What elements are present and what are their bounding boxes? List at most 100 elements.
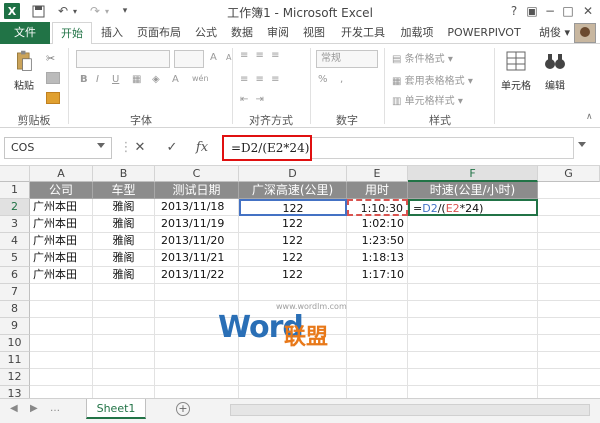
collapse-ribbon-icon[interactable]: ∧ [586,112,593,122]
row-header[interactable]: 13 [0,386,30,398]
table-header-cell[interactable]: 广深高速(公里) [239,182,347,199]
border-icon[interactable]: ▦ [132,74,141,85]
avatar[interactable] [574,23,596,43]
table-cell[interactable]: 122 [239,233,347,250]
formula-input-area[interactable] [312,137,574,159]
close-button[interactable]: ✕ [578,2,598,20]
cells-button[interactable]: 单元格 [496,50,536,92]
prev-sheet-icon[interactable]: ◀ [10,403,18,414]
editing-button[interactable]: 编辑 [540,50,570,92]
name-box[interactable]: COS [4,137,112,159]
grow-font-icon[interactable]: A [210,52,217,63]
table-cell[interactable]: 雅阁 [93,216,155,233]
table-cell[interactable]: 122 [239,250,347,267]
active-edit-cell-f2[interactable]: =D2/(E2*24) [408,199,538,216]
tab-view[interactable]: 视图 [300,22,328,44]
ribbon-display-button[interactable]: ▣ [522,2,542,20]
col-header-c[interactable]: C [155,166,239,182]
table-cell[interactable]: 雅阁 [93,267,155,284]
user-name[interactable]: 胡俊 ▾ [539,22,570,44]
copy-icon[interactable] [46,72,60,84]
paste-button[interactable]: 粘贴 [8,50,40,92]
cell-styles-button[interactable]: ▥ 单元格样式 ▾ [392,92,463,107]
row-header[interactable]: 2 [0,199,30,216]
horizontal-scrollbar[interactable] [230,404,590,416]
italic-button[interactable]: I [96,74,99,85]
table-cell[interactable]: 1:02:10 [347,216,408,233]
percent-button[interactable]: % [318,74,328,85]
table-cell[interactable]: 2013/11/20 [155,233,239,250]
tab-insert[interactable]: 插入 [98,22,126,44]
table-header-cell[interactable]: 测试日期 [155,182,239,199]
align-top-icons[interactable]: ≡ ≡ ≡ [240,50,282,61]
more-sheets-icon[interactable]: … [50,403,60,414]
referenced-cell-d2[interactable]: 122 [239,199,347,216]
font-color-icon[interactable]: A [172,74,179,85]
underline-button[interactable]: U [112,74,119,85]
table-header-cell[interactable]: 公司 [30,182,93,199]
bold-button[interactable]: B [80,74,88,85]
row-header[interactable]: 4 [0,233,30,250]
col-header-e[interactable]: E [347,166,408,182]
indent-icons[interactable]: ⇤ ⇥ [240,94,266,105]
row-header[interactable]: 5 [0,250,30,267]
font-family-select[interactable] [76,50,170,68]
format-painter-icon[interactable] [46,92,60,104]
table-cell[interactable]: 2013/11/18 [155,199,239,216]
table-cell[interactable]: 广州本田 [30,250,93,267]
next-sheet-icon[interactable]: ▶ [30,403,38,414]
tab-data[interactable]: 数据 [228,22,256,44]
table-cell[interactable]: 雅阁 [93,250,155,267]
row-header[interactable]: 12 [0,369,30,386]
comma-button[interactable]: , [340,74,343,85]
tab-formulas[interactable]: 公式 [192,22,220,44]
row-header[interactable]: 6 [0,267,30,284]
conditional-format-button[interactable]: ▤ 条件格式 ▾ [392,50,453,65]
table-cell[interactable]: 1:17:10 [347,267,408,284]
insert-function-button[interactable]: fx [192,139,212,157]
col-header-g[interactable]: G [538,166,600,182]
phonetic-icon[interactable]: wén [192,74,209,83]
table-cell[interactable]: 1:23:50 [347,233,408,250]
tab-review[interactable]: 审阅 [264,22,292,44]
row-header[interactable]: 10 [0,335,30,352]
table-cell[interactable]: 2013/11/21 [155,250,239,267]
sheet-tab-sheet1[interactable]: Sheet1 [86,399,146,419]
table-header-cell[interactable]: 用时 [347,182,408,199]
table-cell[interactable]: 2013/11/22 [155,267,239,284]
add-sheet-icon[interactable]: + [176,402,190,416]
col-header-d[interactable]: D [239,166,347,182]
table-cell[interactable]: 广州本田 [30,233,93,250]
referenced-cell-e2[interactable]: 1:10:30 [347,199,408,216]
col-header-f[interactable]: F [408,166,538,182]
table-cell[interactable]: 2013/11/19 [155,216,239,233]
table-header-cell[interactable]: 车型 [93,182,155,199]
select-all-corner[interactable] [0,166,30,182]
table-format-button[interactable]: ▦ 套用表格格式 ▾ [392,72,473,87]
tab-addins[interactable]: 加载项 [396,22,438,44]
help-button[interactable]: ? [504,2,524,20]
align-horizontal-icons[interactable]: ≡ ≡ ≡ [240,74,282,85]
formula-input[interactable]: =D2/(E2*24) [222,135,312,161]
table-cell[interactable]: 1:18:13 [347,250,408,267]
table-cell[interactable]: 广州本田 [30,216,93,233]
shrink-font-icon[interactable]: A [226,53,231,62]
table-cell[interactable]: 122 [239,216,347,233]
row-header[interactable]: 7 [0,284,30,301]
number-format-select[interactable]: 常规 [316,50,378,68]
table-header-cell[interactable]: 时速(公里/小时) [408,182,538,199]
maximize-button[interactable]: □ [558,2,578,20]
font-size-select[interactable] [174,50,204,68]
table-cell[interactable]: 雅阁 [93,199,155,216]
table-cell[interactable]: 广州本田 [30,267,93,284]
row-header[interactable]: 9 [0,318,30,335]
tab-file[interactable]: 文件 [0,22,50,44]
tab-powerpivot[interactable]: POWERPIVOT [446,22,522,44]
table-cell[interactable]: 广州本田 [30,199,93,216]
minimize-button[interactable]: − [540,2,560,20]
enter-formula-button[interactable]: ✓ [162,139,182,157]
row-header[interactable]: 8 [0,301,30,318]
cut-icon[interactable]: ✂ [46,52,60,65]
row-header[interactable]: 3 [0,216,30,233]
chevron-down-icon[interactable] [97,143,105,148]
